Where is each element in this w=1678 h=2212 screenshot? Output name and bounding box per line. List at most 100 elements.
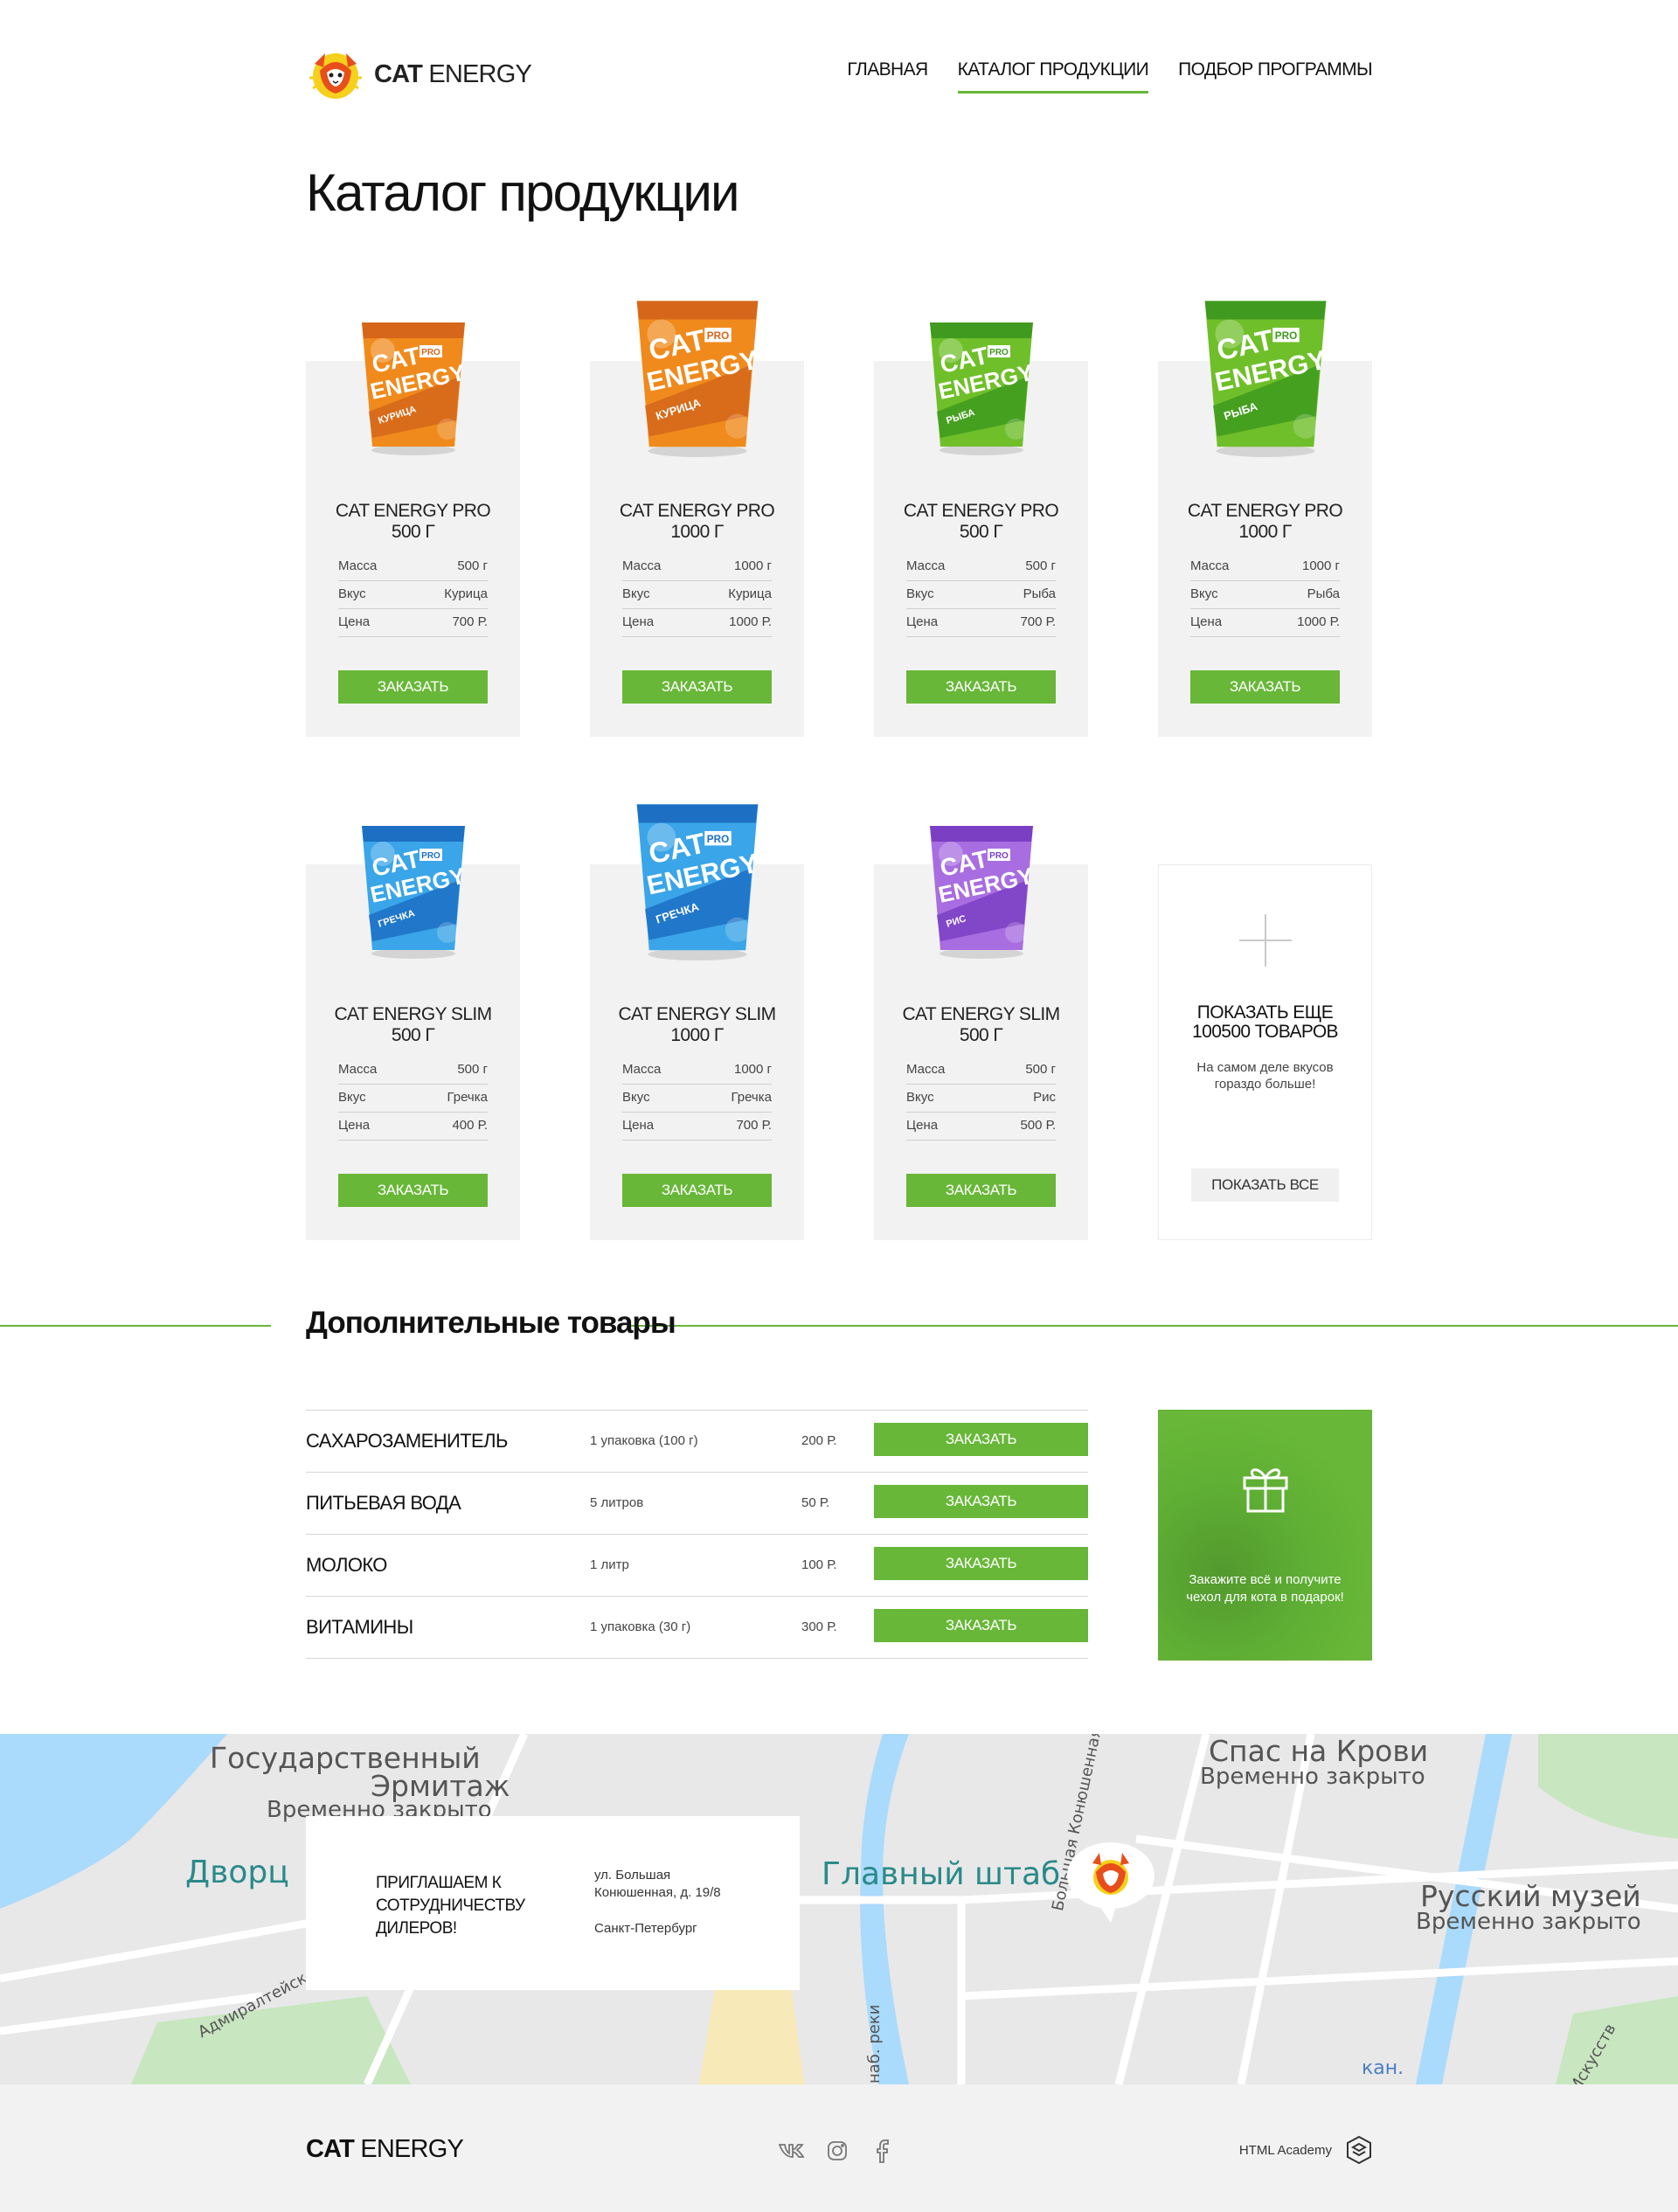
order-button[interactable]: ЗАКАЗАТЬ (906, 670, 1056, 704)
spec-row: Вкус Курица (338, 581, 488, 609)
spec-value: Курица (444, 586, 488, 601)
svg-text:PRO: PRO (706, 330, 728, 342)
map-label: кан. (1362, 2057, 1404, 2079)
product-pack-image: PRO CAT ENERGY КУРИЦА (627, 293, 768, 461)
spec-row: Вкус Гречка (622, 1085, 772, 1113)
product-specs: Масса 500 г Вкус Курица Цена 700 Р. (338, 553, 488, 637)
spec-row: Вкус Курица (622, 581, 772, 609)
show-more-text: На самом деле вкусов гораздо больше! (1196, 1060, 1334, 1092)
product-pack-image: PRO CAT ENERGY РЫБА (1195, 293, 1336, 461)
spec-value: 1000 г (1301, 558, 1340, 573)
spec-label: Масса (906, 1062, 946, 1077)
item-price: 200 Р. (801, 1433, 837, 1448)
spec-label: Масса (338, 558, 378, 573)
order-button[interactable]: ЗАКАЗАТЬ (1190, 670, 1340, 704)
item-qty: 1 упаковка (100 г) (590, 1433, 698, 1448)
map-label: наб. реки (865, 2004, 884, 2084)
spec-label: Вкус (906, 586, 934, 601)
site-header: CAT ENERGY ГЛАВНАЯ КАТАЛОГ ПРОДУКЦИИ ПОД… (306, 44, 1373, 105)
additional-table: САХАРОЗАМЕНИТЕЛЬ 1 упаковка (100 г) 200 … (306, 1410, 1088, 1659)
svg-text:PRO: PRO (989, 851, 1009, 861)
academy-logo-icon (1347, 2135, 1371, 2165)
order-button[interactable]: ЗАКАЗАТЬ (874, 1609, 1088, 1642)
show-all-button[interactable]: ПОКАЗАТЬ ВСЕ (1191, 1168, 1339, 1202)
map-label: Временно закрыто (1200, 1764, 1425, 1790)
show-more-title: ПОКАЗАТЬ ЕЩЕ 100500 ТОВАРОВ (1192, 1002, 1339, 1042)
spec-value: 1000 г (733, 558, 772, 573)
map-label: Дворц (185, 1855, 289, 1890)
spec-label: Масса (1190, 558, 1230, 573)
spec-row: Вкус Рыба (1190, 581, 1340, 609)
gift-icon (1241, 1462, 1290, 1519)
spec-value: Гречка (731, 1090, 772, 1105)
spec-label: Вкус (338, 586, 366, 601)
map[interactable]: Государственный Эрмитаж Временно закрыто… (0, 1734, 1678, 2084)
order-button[interactable]: ЗАКАЗАТЬ (874, 1423, 1088, 1456)
spec-row: Цена 1000 Р. (1190, 609, 1340, 637)
svg-text:PRO: PRO (421, 348, 440, 357)
spec-value: 1000 Р. (1297, 614, 1340, 629)
section-divider-left (0, 1325, 271, 1327)
vk-icon[interactable] (778, 2137, 806, 2165)
product-name: CAT ENERGY SLIM 1000 Г (618, 1004, 776, 1045)
order-button[interactable]: ЗАКАЗАТЬ (622, 1174, 772, 1207)
spec-value: Рис (1033, 1090, 1056, 1105)
spec-value: 500 г (457, 1062, 488, 1077)
spec-value: 1000 Р. (729, 614, 772, 629)
facebook-icon[interactable] (869, 2137, 897, 2165)
svg-text:PRO: PRO (421, 851, 440, 861)
product-card: PRO CAT ENERGY ГРЕЧКА CAT ENERGY SLIM 1000 ГМ… (590, 804, 804, 1240)
order-button[interactable]: ЗАКАЗАТЬ (906, 1174, 1056, 1207)
product-card: PRO CAT ENERGY РИС CAT ENERGY SLIM 500 Г Масса… (874, 826, 1088, 1240)
spec-row: Цена 700 Р. (338, 609, 488, 637)
additional-title: Дополнительные товары (306, 1306, 676, 1340)
map-label: Главный штаб (822, 1856, 1061, 1892)
product-name: CAT ENERGY SLIM 500 Г (902, 1004, 1060, 1045)
spec-label: Вкус (338, 1090, 366, 1105)
product-name: CAT ENERGY PRO 500 Г (903, 501, 1059, 542)
spec-value: 500 Р. (1020, 1118, 1056, 1133)
section-divider-right (631, 1325, 1678, 1327)
product-specs: Масса 500 г Вкус Рыба Цена 700 Р. (906, 553, 1056, 637)
item-price: 300 Р. (801, 1619, 837, 1634)
academy-text: HTML Academy (1238, 2142, 1332, 2158)
table-row: САХАРОЗАМЕНИТЕЛЬ 1 упаковка (100 г) 200 … (306, 1411, 1088, 1473)
product-name: CAT ENERGY PRO 500 Г (335, 501, 491, 542)
item-price: 100 Р. (801, 1557, 837, 1572)
spec-row: Цена 400 Р. (338, 1113, 488, 1141)
product-pack-image: PRO CAT ENERGY ГРЕЧКА (627, 796, 768, 965)
nav-home[interactable]: ГЛАВНАЯ (847, 59, 928, 94)
order-button[interactable]: ЗАКАЗАТЬ (338, 1174, 488, 1207)
spec-value: Рыба (1023, 586, 1056, 601)
spec-row: Масса 500 г (906, 1057, 1056, 1085)
footer-logo[interactable]: CAT ENERGY (306, 2135, 464, 2164)
site-logo[interactable]: CAT ENERGY (306, 44, 532, 105)
spec-label: Цена (622, 1118, 655, 1133)
table-row: ВИТАМИНЫ 1 упаковка (30 г) 300 Р. ЗАКАЗА… (306, 1597, 1088, 1659)
spec-label: Масса (622, 1062, 662, 1077)
plus-icon (1239, 914, 1292, 967)
order-button[interactable]: ЗАКАЗАТЬ (874, 1547, 1088, 1580)
spec-row: Цена 700 Р. (622, 1113, 772, 1141)
spec-label: Масса (338, 1062, 378, 1077)
spec-label: Вкус (1190, 586, 1218, 601)
academy-link[interactable]: HTML Academy (1239, 2135, 1372, 2165)
nav-catalog[interactable]: КАТАЛОГ ПРОДУКЦИИ (957, 59, 1149, 94)
product-pack-image: PRO CAT ENERGY ГРЕЧКА (357, 819, 470, 963)
item-name: ПИТЬЕВАЯ ВОДА (306, 1492, 461, 1514)
product-card: PRO CAT ENERGY РЫБА CAT ENERGY PRO 1000 Г Масс… (1158, 301, 1372, 737)
show-more-card: ПОКАЗАТЬ ЕЩЕ 100500 ТОВАРОВ На самом дел… (1158, 864, 1372, 1240)
spec-value: Курица (728, 586, 772, 601)
order-button[interactable]: ЗАКАЗАТЬ (874, 1485, 1088, 1518)
item-name: ВИТАМИНЫ (306, 1616, 413, 1638)
order-button[interactable]: ЗАКАЗАТЬ (338, 670, 488, 704)
map-pin-icon[interactable] (1063, 1839, 1159, 1926)
spec-row: Масса 500 г (906, 553, 1056, 581)
spec-row: Масса 500 г (338, 1057, 488, 1085)
instagram-icon[interactable] (823, 2137, 851, 2165)
item-qty: 5 литров (590, 1495, 644, 1510)
nav-program[interactable]: ПОДБОР ПРОГРАММЫ (1178, 59, 1372, 94)
order-button[interactable]: ЗАКАЗАТЬ (622, 670, 772, 704)
main-nav: ГЛАВНАЯ КАТАЛОГ ПРОДУКЦИИ ПОДБОР ПРОГРАМ… (847, 59, 1373, 94)
map-label: Временно закрыто (1416, 1909, 1641, 1935)
